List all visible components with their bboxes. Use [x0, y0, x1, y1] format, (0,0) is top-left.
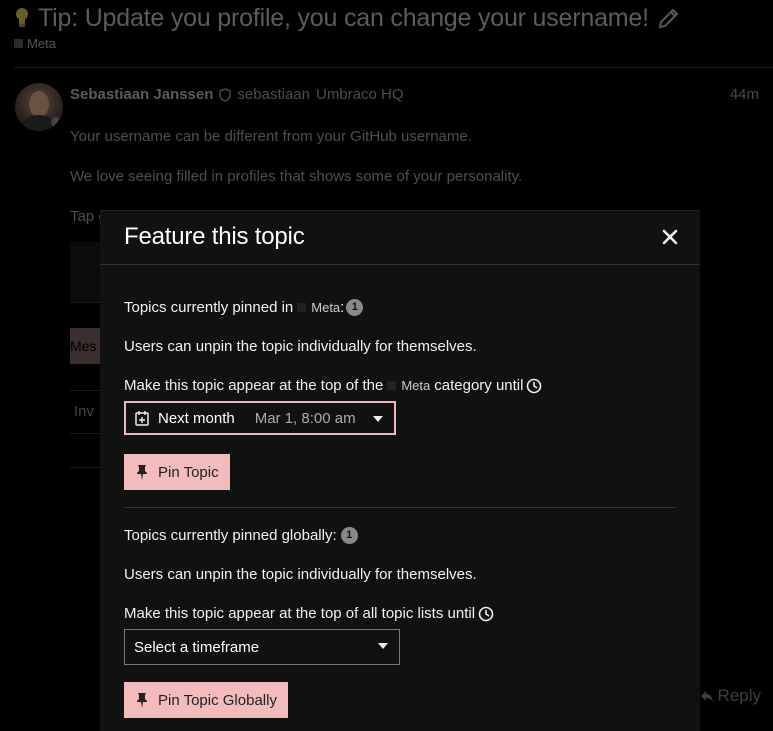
topic-title-row: Tip: Update you profile, you can change … — [14, 2, 764, 34]
global-timeframe-select[interactable]: Select a timeframe — [124, 629, 400, 665]
pinned-count-badge[interactable]: 1 — [340, 527, 358, 544]
modal-header: Feature this topic — [100, 211, 700, 265]
category-swatch — [297, 303, 307, 312]
list-row — [70, 433, 100, 468]
date-value: Mar 1, 8:00 am — [254, 409, 356, 427]
author-username[interactable]: sebastiaan — [237, 86, 310, 103]
reply-icon — [700, 691, 713, 702]
thumbtack-icon — [137, 465, 147, 480]
calendar-plus-icon — [135, 411, 149, 426]
appear-prefix: Make this topic appear at the top of the — [124, 377, 384, 394]
select-placeholder: Select a timeframe — [134, 638, 260, 656]
pinned-suffix: : — [340, 299, 345, 316]
pin-topic-button[interactable]: Pin Topic — [124, 454, 230, 490]
divider — [14, 67, 773, 68]
appear-until-global-text: Make this topic appear at the top of all… — [124, 605, 676, 622]
unpin-note: Users can unpin the topic individually f… — [124, 566, 477, 583]
post-author: Sebastiaan Janssen sebastiaan Umbraco HQ — [70, 86, 404, 103]
pinned-globally-label: Topics currently pinned globally: — [124, 527, 337, 544]
author-org: Umbraco HQ — [315, 86, 404, 103]
category-badge[interactable]: Meta — [387, 378, 430, 393]
category-badge[interactable]: Meta — [297, 300, 340, 315]
clock-icon — [478, 606, 494, 621]
pin-until-date-picker[interactable]: Next month Mar 1, 8:00 am — [124, 401, 396, 435]
appear-suffix: category until — [434, 377, 524, 394]
reply-button[interactable]: Reply — [700, 686, 761, 706]
pencil-icon[interactable] — [657, 6, 681, 30]
caret-down-icon — [373, 416, 383, 422]
section-divider — [124, 507, 676, 508]
appear-until-text: Make this topic appear at the top of the… — [124, 377, 676, 394]
preset-label: Next month — [158, 409, 235, 427]
post-age[interactable]: 44m — [730, 86, 759, 103]
modal-title: Feature this topic — [124, 223, 305, 250]
topic-category[interactable]: Meta — [14, 36, 56, 51]
category-swatch — [14, 39, 23, 48]
category-swatch — [387, 381, 397, 390]
topic-title: Tip: Update you profile, you can change … — [38, 3, 649, 32]
unpin-note: Users can unpin the topic individually f… — [124, 338, 477, 355]
lightbulb-icon — [16, 8, 28, 27]
pinned-globally-text: Topics currently pinned globally: 1 — [124, 527, 676, 544]
thumbtack-icon — [137, 693, 147, 708]
pinned-prefix: Topics currently pinned in — [124, 299, 294, 316]
avatar[interactable] — [15, 83, 63, 131]
flair-badge — [51, 117, 61, 127]
category-label: Meta — [27, 36, 56, 51]
post-text-line: We love seeing filled in profiles that s… — [70, 168, 523, 185]
pin-topic-label: Pin Topic — [158, 463, 219, 481]
pin-topic-globally-button[interactable]: Pin Topic Globally — [124, 682, 288, 718]
appear-global-label: Make this topic appear at the top of all… — [124, 605, 476, 622]
clock-icon — [527, 378, 542, 393]
pinned-in-category-text: Topics currently pinned in Meta : 1 — [124, 299, 676, 316]
category-label: Meta — [401, 378, 431, 393]
close-icon[interactable] — [660, 227, 680, 247]
reply-label: Reply — [717, 686, 761, 705]
post-text-line: Your username can be different from your… — [70, 128, 472, 145]
invite-row[interactable]: Inv — [70, 390, 104, 434]
pinned-count-badge[interactable]: 1 — [346, 299, 364, 316]
author-name[interactable]: Sebastiaan Janssen — [70, 86, 213, 103]
feature-topic-modal: Feature this topic Topics currently pinn… — [100, 210, 700, 731]
category-label: Meta — [311, 300, 341, 315]
message-button[interactable]: Mes — [70, 328, 100, 364]
pin-globally-label: Pin Topic Globally — [158, 691, 277, 709]
caret-down-icon — [378, 643, 388, 649]
shield-icon — [219, 87, 232, 102]
